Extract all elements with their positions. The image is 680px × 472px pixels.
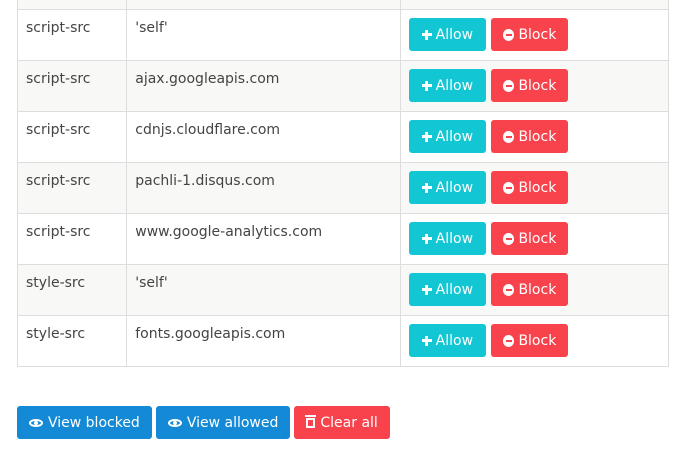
minus-circle-icon [503,28,515,41]
actions-cell: Allow Block [399,264,670,316]
allow-button[interactable]: Allow [408,18,486,51]
actions-cell: Allow Block [399,162,670,214]
view-blocked-label: View blocked [48,414,140,431]
block-button[interactable]: Block [491,273,569,306]
footer-actions: View blocked View allowed Clear all [17,406,390,439]
actions-cell: Allow Block [399,213,670,265]
allow-label: Allow [435,26,474,43]
block-label: Block [518,281,557,298]
csp-sources-table: script-src 'self' Allow Block script-src aja… [16,0,670,367]
directive-cell: script-src [16,9,128,61]
block-label: Block [518,230,557,247]
plus-icon [421,29,432,40]
allow-label: Allow [435,230,474,247]
directive-text: style-src [26,275,86,291]
allow-label: Allow [435,128,474,145]
table-row: style-src 'self' Allow Block [16,264,670,316]
source-text: pachli-1.disqus.com [135,173,275,189]
plus-icon [421,131,432,142]
directive-cell: script-src [16,162,128,214]
block-button[interactable]: Block [491,222,569,255]
allow-label: Allow [435,281,474,298]
minus-circle-icon [503,181,515,194]
source-text: www.google-analytics.com [135,224,323,240]
table-row: style-src fonts.googleapis.com Allow Block [16,315,670,367]
actions-cell: Allow Block [399,9,670,61]
source-text: ajax.googleapis.com [135,71,280,87]
allow-label: Allow [435,179,474,196]
plus-icon [421,182,432,193]
table-row: script-src 'self' Allow Block [16,9,670,61]
block-label: Block [518,179,557,196]
minus-circle-icon [503,334,515,347]
source-cell: ajax.googleapis.com [126,60,401,112]
clear-all-label: Clear all [320,414,378,431]
source-cell: 'self' [126,9,401,61]
block-button[interactable]: Block [491,171,569,204]
allow-button[interactable]: Allow [408,69,486,102]
view-allowed-button[interactable]: View allowed [155,406,291,439]
minus-circle-icon [503,79,515,92]
plus-icon [421,335,432,346]
source-cell: 'self' [126,264,401,316]
allow-button[interactable]: Allow [408,273,486,306]
plus-icon [421,284,432,295]
table-row: script-src ajax.googleapis.com Allow Block [16,60,670,112]
minus-circle-icon [503,232,515,245]
source-text: 'self' [135,20,168,36]
directive-text: script-src [26,173,91,189]
actions-cell: Allow Block [399,111,670,163]
directive-cell: script-src [16,60,128,112]
block-button[interactable]: Block [491,18,569,51]
block-label: Block [518,128,557,145]
source-cell: fonts.googleapis.com [126,315,401,367]
eye-icon [29,418,43,427]
minus-circle-icon [503,283,515,296]
directive-cell: script-src [16,111,128,163]
directive-cell: script-src [16,213,128,265]
source-cell: www.google-analytics.com [126,213,401,265]
directive-text: script-src [26,20,91,36]
allow-label: Allow [435,332,474,349]
allow-button[interactable]: Allow [408,222,486,255]
trash-icon [305,414,317,428]
table-row: script-src pachli-1.disqus.com Allow Block [16,162,670,214]
view-blocked-button[interactable]: View blocked [17,406,152,439]
actions-cell: Allow Block [399,60,670,112]
eye-icon [167,418,182,427]
view-allowed-label: View allowed [186,414,279,431]
allow-label: Allow [435,77,474,94]
block-button[interactable]: Block [491,120,569,153]
source-text: fonts.googleapis.com [135,326,286,342]
directive-text: script-src [26,122,91,138]
block-label: Block [518,332,557,349]
actions-cell: Allow Block [399,315,670,367]
allow-button[interactable]: Allow [408,171,486,204]
allow-button[interactable]: Allow [408,324,486,357]
clear-all-button[interactable]: Clear all [294,406,390,439]
plus-icon [421,80,432,91]
directive-cell: style-src [16,264,128,316]
directive-text: script-src [26,224,91,240]
block-button[interactable]: Block [491,69,569,102]
plus-icon [421,233,432,244]
source-cell: cdnjs.cloudflare.com [126,111,401,163]
minus-circle-icon [503,130,515,143]
directive-text: style-src [26,326,86,342]
table-row-partial [16,0,670,10]
source-cell: pachli-1.disqus.com [126,162,401,214]
table-row: script-src cdnjs.cloudflare.com Allow Bloc… [16,111,670,163]
table-row: script-src www.google-analytics.com Allow … [16,213,670,265]
block-label: Block [518,77,557,94]
directive-cell: style-src [16,315,128,367]
block-label: Block [518,26,557,43]
source-text: 'self' [135,275,168,291]
block-button[interactable]: Block [491,324,569,357]
allow-button[interactable]: Allow [408,120,486,153]
source-text: cdnjs.cloudflare.com [135,122,281,138]
directive-text: script-src [26,71,91,87]
